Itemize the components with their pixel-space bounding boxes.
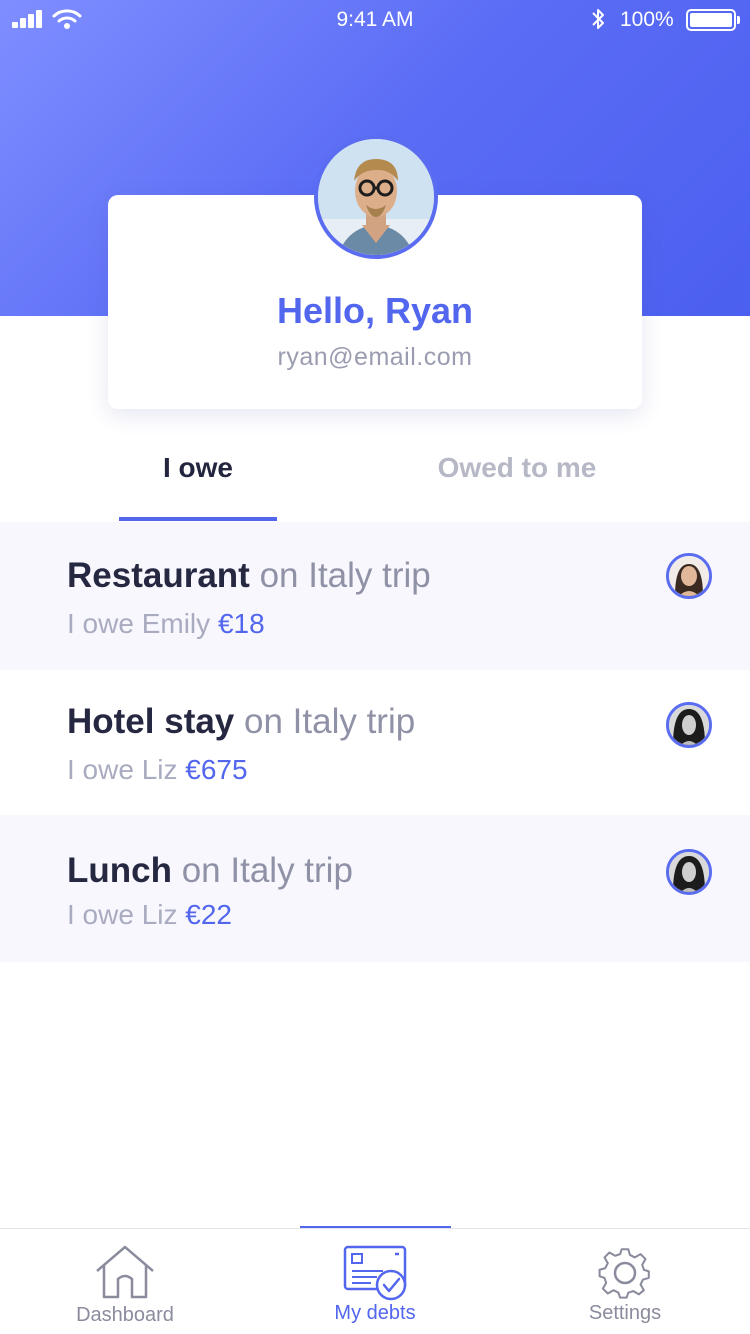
debt-subtitle: I owe Liz €22 [67,899,232,931]
status-bar: 9:41 AM 100% [0,0,750,42]
debt-title: Restaurant on Italy trip [67,556,431,596]
debt-list: Restaurant on Italy trip I owe Emily €18… [0,522,750,962]
tab-owed-to-me[interactable]: Owed to me [400,452,634,484]
debt-context: on Italy trip [259,556,431,595]
debt-amount: €22 [185,899,232,930]
tabbar-label: My debts [334,1302,416,1324]
debt-amount: €18 [217,608,265,639]
tabbar-my-debts[interactable]: My debts [250,1229,500,1334]
bottom-tab-bar: Dashboard My debts Settings [0,1228,750,1334]
debt-title: Lunch on Italy trip [67,851,353,891]
gear-icon [598,1248,650,1299]
tabbar-settings[interactable]: Settings [500,1229,750,1334]
tab-i-owe[interactable]: I owe [119,452,277,484]
tabbar-label: Dashboard [76,1304,174,1326]
debt-prefix: I owe Liz [67,899,178,930]
debt-row-hotel-stay[interactable]: Hotel stay on Italy trip I owe Liz €675 [0,670,750,815]
battery-percentage: 100% [620,8,674,31]
debt-prefix: I owe Liz [67,754,178,785]
greeting: Hello, Ryan [276,290,474,331]
debt-context: on Italy trip [244,702,416,741]
active-tab-indicator [119,517,277,521]
avatar-emily[interactable] [666,553,712,599]
debt-amount: €675 [185,754,248,785]
debt-subtitle: I owe Emily €18 [67,608,265,640]
home-icon [96,1245,154,1299]
bluetooth-icon [592,9,604,29]
avatar[interactable] [314,135,438,259]
debt-title: Hotel stay on Italy trip [67,702,415,742]
debt-row-lunch[interactable]: Lunch on Italy trip I owe Liz €22 [0,815,750,962]
debt-item: Lunch [67,851,172,890]
battery-icon [686,9,740,31]
debt-row-restaurant[interactable]: Restaurant on Italy trip I owe Emily €18 [0,522,750,670]
debt-context: on Italy trip [181,851,353,890]
debt-item: Hotel stay [67,702,235,741]
debt-subtitle: I owe Liz €675 [67,754,248,786]
tabbar-dashboard[interactable]: Dashboard [0,1229,250,1334]
user-email: ryan@email.com [277,343,473,371]
debt-prefix: I owe Emily [67,608,211,639]
avatar-liz[interactable] [666,849,712,895]
tabbar-label: Settings [588,1302,662,1324]
debt-item: Restaurant [67,556,250,595]
debts-icon [343,1245,407,1301]
avatar-liz[interactable] [666,702,712,748]
